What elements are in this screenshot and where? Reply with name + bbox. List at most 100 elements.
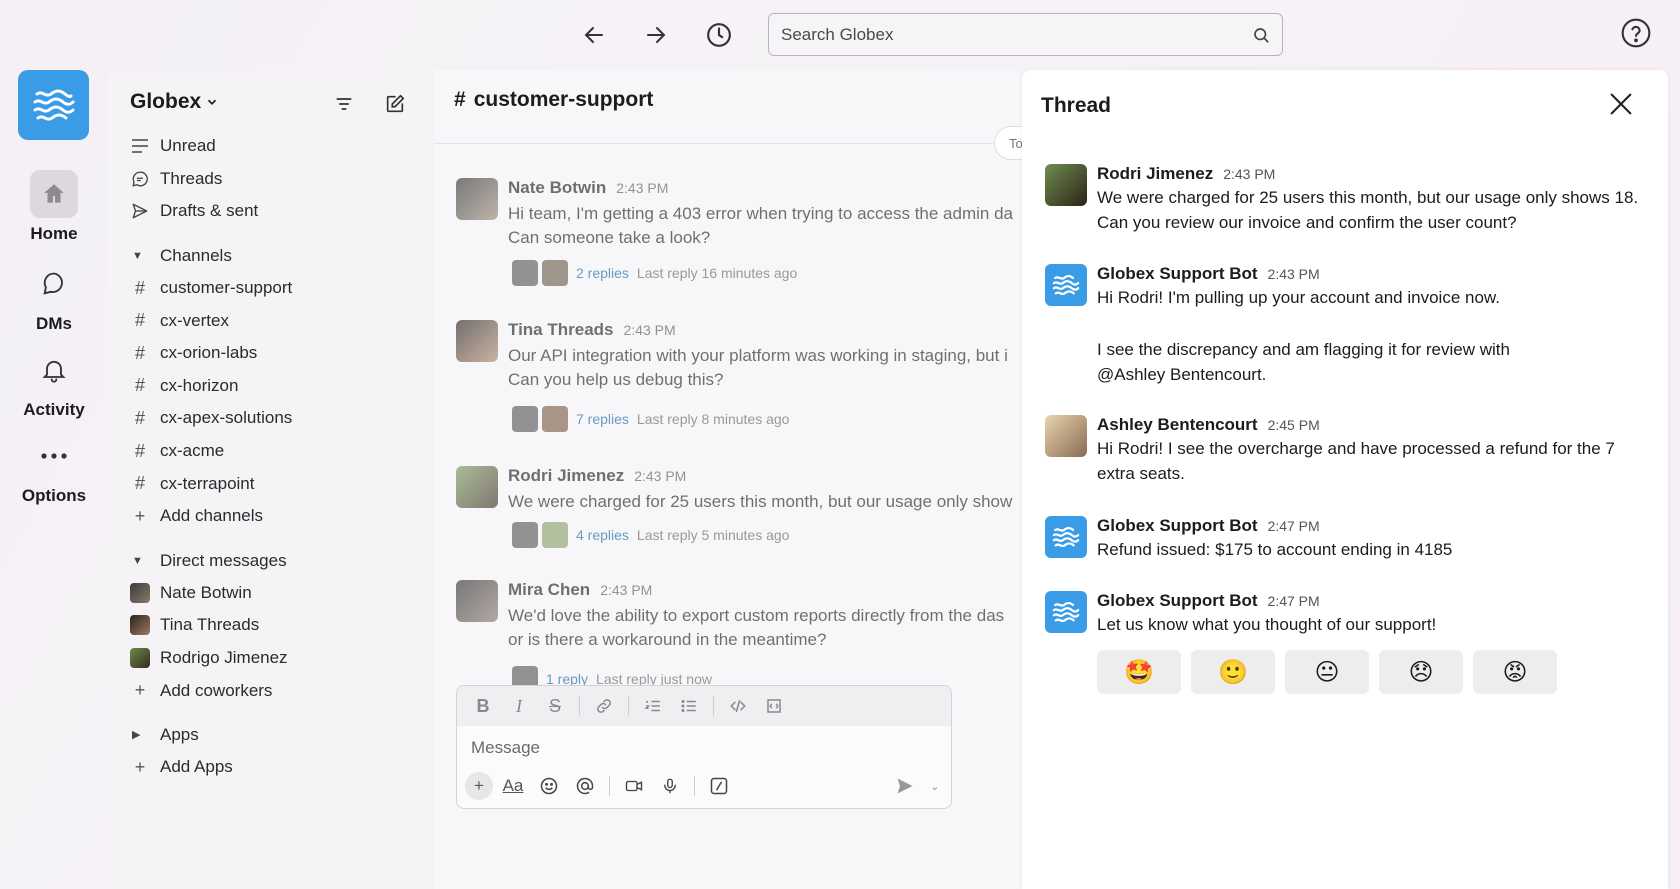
channel-pane: # customer-support To Nate Botwin 2:43 PM…: [434, 70, 1054, 889]
strikethrough-icon[interactable]: S: [539, 692, 571, 720]
format-toolbar: B I S: [457, 686, 951, 726]
channel-label: cx-apex-solutions: [160, 408, 293, 428]
code-block-icon[interactable]: [758, 692, 790, 720]
avatar: [1045, 415, 1087, 457]
reaction-neutral-button[interactable]: 😐: [1285, 650, 1369, 694]
reply-summary[interactable]: 4 replies Last reply 5 minutes ago: [512, 522, 789, 548]
reaction-disappointed-button[interactable]: 😞: [1379, 650, 1463, 694]
microphone-icon[interactable]: [654, 771, 686, 801]
help-button[interactable]: [1620, 17, 1654, 51]
section-label: Direct messages: [160, 550, 287, 570]
avatar: [542, 406, 568, 432]
reaction-angry-button[interactable]: 😡: [1473, 650, 1557, 694]
filter-button[interactable]: [330, 90, 358, 118]
reply-count-link[interactable]: 2 replies: [576, 265, 629, 281]
search-icon[interactable]: [1252, 26, 1270, 44]
user-mention-link[interactable]: @Ashley Bentencourt.: [1097, 365, 1266, 385]
sidebar-item-threads[interactable]: Threads: [108, 163, 434, 196]
avatar: [542, 522, 568, 548]
section-label: Channels: [160, 245, 232, 265]
add-channels-button[interactable]: + Add channels: [108, 500, 434, 533]
channels-section-toggle[interactable]: ▼ Channels: [108, 240, 434, 272]
search-input[interactable]: [781, 24, 1252, 45]
reply-summary[interactable]: 7 replies Last reply 8 minutes ago: [512, 406, 789, 432]
add-apps-button[interactable]: + Add Apps: [108, 751, 434, 784]
feedback-reactions: 🤩 🙂 😐 😞 😡: [1097, 650, 1557, 694]
rail-activity-label: Activity: [23, 400, 85, 419]
message-author[interactable]: Globex Support Bot: [1097, 516, 1258, 535]
avatar: [456, 320, 498, 362]
caret-down-icon: ▼: [132, 249, 143, 262]
search-bar[interactable]: [768, 13, 1283, 56]
rail-home[interactable]: Home: [0, 170, 108, 244]
rail-activity[interactable]: Activity: [0, 346, 108, 420]
apps-section-toggle[interactable]: ▶ Apps: [108, 719, 434, 751]
message-line: We'd love the ability to export custom r…: [508, 606, 1005, 625]
reply-summary[interactable]: 2 replies Last reply 16 minutes ago: [512, 260, 797, 286]
bold-icon[interactable]: B: [467, 692, 499, 720]
sidebar-channel[interactable]: # cx-vertex: [108, 304, 434, 337]
message-line: or is there a workaround in the meantime…: [508, 630, 827, 649]
sidebar-dm[interactable]: Rodrigo Jimenez: [108, 642, 434, 675]
message-author[interactable]: Rodri Jimenez: [508, 466, 624, 485]
workspace-switcher[interactable]: Globex: [130, 90, 219, 114]
close-icon: [1610, 93, 1632, 115]
channel-header[interactable]: # customer-support: [454, 88, 653, 112]
dms-section-toggle[interactable]: ▼ Direct messages: [108, 545, 434, 577]
sidebar-channel[interactable]: # cx-terrapoint: [108, 467, 434, 500]
chevron-down-icon[interactable]: ⌄: [925, 771, 945, 801]
sidebar-channel[interactable]: # cx-acme: [108, 435, 434, 468]
forward-button[interactable]: [639, 18, 673, 52]
code-icon[interactable]: [722, 692, 754, 720]
sidebar-item-label: Unread: [160, 136, 216, 156]
slash-command-icon[interactable]: [703, 771, 735, 801]
hash-icon: #: [134, 407, 145, 428]
message-input[interactable]: [471, 738, 931, 758]
message-author[interactable]: Globex Support Bot: [1097, 591, 1258, 610]
ordered-list-icon[interactable]: [637, 692, 669, 720]
sidebar-dm[interactable]: Tina Threads: [108, 609, 434, 642]
sidebar-dm[interactable]: Nate Botwin: [108, 577, 434, 610]
message-time: 2:45 PM: [1267, 417, 1320, 433]
reply-count-link[interactable]: 4 replies: [576, 527, 629, 543]
back-button[interactable]: [577, 18, 611, 52]
sidebar-item-drafts[interactable]: Drafts & sent: [108, 195, 434, 228]
text-format-icon[interactable]: Aa: [497, 771, 529, 801]
message-author[interactable]: Ashley Bentencourt: [1097, 415, 1258, 434]
rail-options[interactable]: Options: [0, 432, 108, 506]
plus-icon: +: [134, 505, 146, 526]
rail-dms[interactable]: DMs: [0, 260, 108, 334]
sidebar-channel[interactable]: # cx-apex-solutions: [108, 402, 434, 435]
channel-label: cx-vertex: [160, 310, 229, 330]
message-author[interactable]: Mira Chen: [508, 580, 590, 599]
compose-button[interactable]: [381, 90, 409, 118]
workspace-logo[interactable]: [18, 70, 89, 140]
message-author[interactable]: Globex Support Bot: [1097, 264, 1258, 283]
avatar: [130, 648, 150, 669]
history-button[interactable]: [702, 18, 736, 52]
sidebar-channel[interactable]: # cx-horizon: [108, 370, 434, 403]
plus-icon[interactable]: +: [465, 772, 493, 800]
message-author[interactable]: Tina Threads: [508, 320, 614, 339]
video-icon[interactable]: [618, 771, 650, 801]
bullet-list-icon[interactable]: [673, 692, 705, 720]
add-coworkers-button[interactable]: + Add coworkers: [108, 674, 434, 707]
sidebar-channel[interactable]: # cx-orion-labs: [108, 337, 434, 370]
message-author[interactable]: Nate Botwin: [508, 178, 606, 197]
rail-home-label: Home: [30, 224, 78, 243]
sidebar-channel[interactable]: # customer-support: [108, 272, 434, 305]
message-time: 2:47 PM: [1267, 518, 1320, 534]
italic-icon[interactable]: I: [503, 692, 535, 720]
send-icon[interactable]: [889, 771, 921, 801]
mention-icon[interactable]: [569, 771, 601, 801]
close-thread-button[interactable]: [1607, 90, 1637, 120]
emoji-icon[interactable]: [533, 771, 565, 801]
reaction-star-struck-button[interactable]: 🤩: [1097, 650, 1181, 694]
reaction-smile-button[interactable]: 🙂: [1191, 650, 1275, 694]
link-icon[interactable]: [588, 692, 620, 720]
hash-icon: #: [134, 310, 145, 331]
message-author[interactable]: Rodri Jimenez: [1097, 164, 1213, 183]
reply-count-link[interactable]: 7 replies: [576, 411, 629, 427]
sidebar-item-unread[interactable]: Unread: [108, 130, 434, 163]
avatar: [456, 580, 498, 622]
